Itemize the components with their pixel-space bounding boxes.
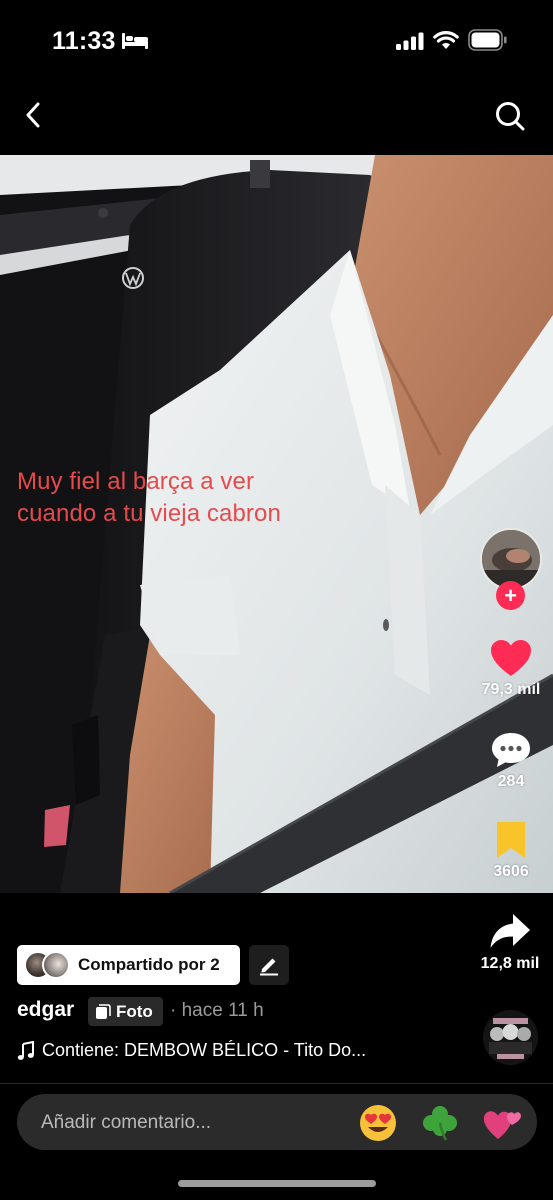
comment-button[interactable]: 284 <box>476 730 546 791</box>
search-icon <box>496 102 525 131</box>
status-bar: 11:33 <box>0 0 553 80</box>
sound-disc[interactable] <box>483 1010 538 1065</box>
heart-icon <box>491 640 531 676</box>
two-hearts-emoji-button[interactable] <box>482 1103 522 1143</box>
caption-line-1: Muy fiel al barça a ver <box>17 468 255 495</box>
search-button[interactable] <box>492 98 528 134</box>
shared-avatar <box>42 951 70 979</box>
post-time: · hace 11 h <box>170 1000 264 1021</box>
album-cover-image <box>483 1010 538 1065</box>
bookmark-icon <box>497 822 525 858</box>
save-button[interactable]: 3606 <box>476 820 546 881</box>
music-title: Contiene: DEMBOW BÉLICO - Tito Do... <box>42 1040 367 1060</box>
photo-stack-icon <box>96 1003 111 1019</box>
clover-emoji-button[interactable] <box>420 1103 460 1143</box>
shared-by-label: Compartido por 2 <box>78 955 220 974</box>
post-caption: Muy fiel al barça a ver cuando a tu viej… <box>17 466 347 530</box>
signal-icon <box>396 32 424 50</box>
battery-icon <box>468 29 507 51</box>
chevron-left-icon <box>26 102 40 128</box>
username[interactable]: edgar <box>17 998 74 1022</box>
share-arrow-icon <box>490 914 530 948</box>
heart-eyes-emoji-button[interactable] <box>358 1103 398 1143</box>
photo-badge-label: Foto <box>116 1001 153 1021</box>
post-photo[interactable]: Muy fiel al barça a ver cuando a tu viej… <box>0 155 553 893</box>
comment-count: 284 <box>497 773 525 790</box>
comment-icon <box>492 733 530 767</box>
back-button[interactable] <box>16 98 50 132</box>
music-row[interactable]: Contiene: DEMBOW BÉLICO - Tito Do... <box>17 1040 366 1061</box>
bed-icon <box>122 33 148 49</box>
shared-avatars <box>22 950 72 980</box>
comment-input[interactable]: Añadir comentario... <box>17 1094 537 1150</box>
home-indicator <box>178 1180 376 1187</box>
share-button[interactable]: 12,8 mil <box>475 912 545 973</box>
like-button[interactable]: 79,3 mil <box>476 638 546 699</box>
photo-badge: Foto <box>88 997 163 1026</box>
follow-button[interactable]: + <box>496 581 525 610</box>
save-count: 3606 <box>493 863 529 880</box>
comment-placeholder: Añadir comentario... <box>41 1112 212 1133</box>
like-count: 79,3 mil <box>481 681 541 698</box>
divider <box>0 1083 553 1084</box>
pencil-icon <box>260 958 278 976</box>
edit-button[interactable] <box>249 945 289 985</box>
shared-by-pill[interactable]: Compartido por 2 <box>17 945 240 985</box>
music-note-icon <box>17 1040 34 1060</box>
wifi-icon <box>433 31 459 49</box>
share-count: 12,8 mil <box>480 955 540 972</box>
caption-line-2: cuando a tu vieja cabron <box>17 500 281 527</box>
status-time: 11:33 <box>52 27 116 55</box>
